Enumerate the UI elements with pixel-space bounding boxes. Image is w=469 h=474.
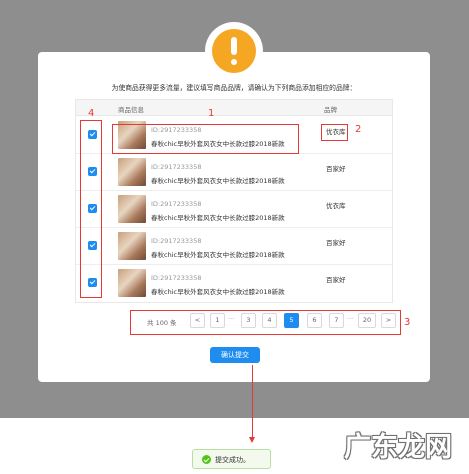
table-header: 商品信息 品牌 [76, 100, 392, 116]
dialog-message: 为使商品获得更多流量，建议填写商品品牌，请确认为下列商品添加相应的品牌： [111, 84, 357, 92]
annotation-number: 2 [355, 124, 362, 135]
product-brand[interactable]: 优衣库 [326, 200, 346, 210]
product-thumbnail [118, 195, 146, 223]
success-toast: 提交成功。 [192, 449, 271, 469]
annotation-box-pagination [130, 310, 401, 335]
product-id: ID:2917233358 [151, 200, 202, 208]
toast-message: 提交成功。 [215, 456, 250, 464]
annotation-box-brand [321, 124, 348, 141]
check-circle-icon [202, 455, 211, 464]
annotation-box-product-info [112, 124, 299, 154]
warning-badge [205, 22, 263, 80]
product-thumbnail [118, 158, 146, 186]
annotation-number: 3 [404, 317, 411, 328]
annotation-arrow [252, 365, 253, 437]
product-brand[interactable]: 百家好 [326, 237, 346, 247]
column-header-brand: 品牌 [324, 106, 337, 114]
product-id: ID:2917233358 [151, 274, 202, 282]
product-id: ID:2917233358 [151, 163, 202, 171]
arrow-down-icon [249, 437, 255, 443]
watermark-logo: 广东龙网 [344, 432, 452, 463]
table-row: ID:2917233358 春秋chic早秋外套风衣女中长款过膝2018新款 百… [76, 228, 392, 265]
annotation-number: 4 [88, 108, 95, 119]
table-row: ID:2917233358 春秋chic早秋外套风衣女中长款过膝2018新款 百… [76, 265, 392, 302]
product-name[interactable]: 春秋chic早秋外套风衣女中长款过膝2018新款 [151, 212, 285, 222]
column-header-product-info: 商品信息 [118, 106, 144, 114]
product-brand[interactable]: 百家好 [326, 274, 346, 284]
warning-icon [212, 29, 256, 73]
table-row: ID:2917233358 春秋chic早秋外套风衣女中长款过膝2018新款 百… [76, 154, 392, 191]
submit-button[interactable]: 确认提交 [210, 347, 260, 363]
product-thumbnail [118, 232, 146, 260]
product-name[interactable]: 春秋chic早秋外套风衣女中长款过膝2018新款 [151, 286, 285, 296]
product-brand[interactable]: 百家好 [326, 163, 346, 173]
product-name[interactable]: 春秋chic早秋外套风衣女中长款过膝2018新款 [151, 249, 285, 259]
annotation-number: 1 [208, 108, 215, 119]
annotation-box-checkboxes [80, 120, 102, 298]
table-row: ID:2917233358 春秋chic早秋外套风衣女中长款过膝2018新款 优… [76, 191, 392, 228]
product-thumbnail [118, 269, 146, 297]
product-id: ID:2917233358 [151, 237, 202, 245]
product-name[interactable]: 春秋chic早秋外套风衣女中长款过膝2018新款 [151, 175, 285, 185]
